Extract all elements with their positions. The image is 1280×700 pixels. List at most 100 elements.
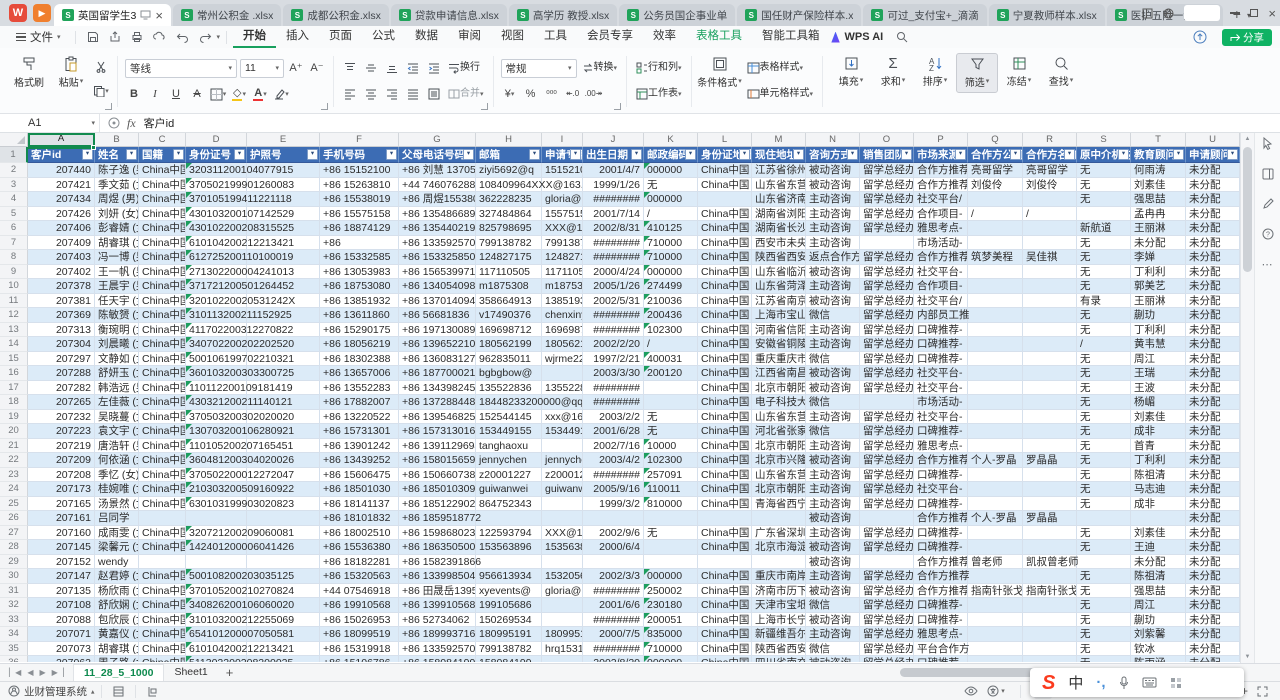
cell[interactable]: 654101200007050581 (186, 627, 247, 642)
cell[interactable]: 210303200509160922 (186, 482, 247, 497)
cell[interactable]: 留学总经办 (860, 410, 914, 425)
cell[interactable]: 主动咨询 (806, 439, 860, 454)
row-header[interactable]: 6 (0, 221, 28, 236)
cell[interactable] (1023, 540, 1077, 555)
cell[interactable]: +86 15332585 (320, 250, 399, 265)
cell[interactable]: 962835011 (476, 352, 542, 367)
cell[interactable]: 合作方推荐 (914, 584, 968, 599)
decrease-decimal-icon[interactable]: .00↠ (585, 85, 603, 103)
cell[interactable]: 000000 (644, 192, 698, 207)
cell[interactable]: 合作方推荐 (914, 178, 968, 193)
column-header-cell[interactable]: 申请专用邮箱▾ (542, 147, 583, 163)
column-header-K[interactable]: K (644, 133, 698, 147)
cell[interactable]: 主动咨询 (806, 526, 860, 541)
cell[interactable] (542, 511, 583, 526)
cell[interactable]: 湖南省长沙 (752, 221, 806, 236)
cell[interactable]: 207219 (28, 439, 95, 454)
filter-button[interactable]: ▾ (1118, 149, 1129, 160)
cell[interactable]: 410125 (644, 221, 698, 236)
cell[interactable] (247, 395, 320, 410)
cell[interactable]: 赵君婷 (女) (95, 569, 139, 584)
cursor-pointer-icon[interactable] (1262, 137, 1273, 150)
cell[interactable]: China中国 (698, 453, 752, 468)
cell[interactable]: 河南省信阳 (752, 323, 806, 338)
row-header[interactable]: 13 (0, 323, 28, 338)
cell[interactable]: 835000 (644, 627, 698, 642)
cell[interactable]: 310113200211152925 (186, 308, 247, 323)
cell[interactable] (1023, 642, 1077, 657)
percent-icon[interactable]: % (522, 85, 540, 103)
ime-punctuation-icon[interactable]: ·, (1096, 674, 1105, 691)
cell[interactable]: 无 (1077, 410, 1131, 425)
cell[interactable] (968, 439, 1023, 454)
cell[interactable]: +86 15606475 (320, 468, 399, 483)
cell[interactable]: 430103200107142529 (186, 207, 247, 222)
cell[interactable]: 丁利利 (1131, 265, 1186, 280)
column-header-cell[interactable]: 申请顾问▾ (1186, 147, 1240, 163)
cell[interactable]: +86 1396522100 (399, 337, 476, 352)
cell[interactable]: 207147 (28, 569, 95, 584)
cell[interactable]: 未分配 (1186, 294, 1240, 309)
cell[interactable] (644, 381, 698, 396)
cell[interactable]: 无 (1077, 178, 1131, 193)
font-name-select[interactable]: 等线▾ (125, 59, 237, 78)
cell[interactable]: 未分配 (1186, 511, 1240, 526)
cell[interactable]: 511302200208200025 (186, 656, 247, 662)
cell[interactable] (1023, 279, 1077, 294)
restore-button[interactable] (1250, 9, 1258, 17)
cell[interactable]: +86 1573130169 (399, 424, 476, 439)
filter-button[interactable]: ▾ (901, 149, 912, 160)
cell[interactable]: 合作项目- (914, 279, 968, 294)
cell[interactable]: 无 (1077, 642, 1131, 657)
cell[interactable]: 电子科技大 (752, 395, 806, 410)
cell[interactable] (186, 511, 247, 526)
add-sheet-button[interactable]: + (226, 665, 234, 680)
column-header-cell[interactable]: 销售团队▾ (860, 147, 914, 163)
cell[interactable] (1023, 366, 1077, 381)
cell[interactable]: 上海市长宁 (752, 613, 806, 628)
cell[interactable]: China中国 (139, 192, 186, 207)
cell[interactable]: +86 15106786 (320, 656, 399, 662)
cell[interactable]: 重庆市南岸 (752, 569, 806, 584)
cell[interactable]: 主动咨询 (806, 221, 860, 236)
cell[interactable]: 合作项目- (914, 207, 968, 222)
cell[interactable]: 微信 (806, 598, 860, 613)
cell[interactable]: +86 1339985047 (399, 569, 476, 584)
cell[interactable]: 汤景然 (女) (95, 497, 139, 512)
cell[interactable]: 未分配 (1186, 352, 1240, 367)
cell[interactable]: 留学总经办 (860, 453, 914, 468)
cell[interactable]: +86 1370140948 (399, 294, 476, 309)
next-sheet-icon[interactable]: ▶ (39, 668, 45, 677)
cell[interactable]: 207403 (28, 250, 95, 265)
cell[interactable]: 微信 (806, 642, 860, 657)
row-header[interactable]: 19 (0, 410, 28, 425)
underline-icon[interactable]: U (167, 85, 185, 103)
cell[interactable] (247, 192, 320, 207)
cell[interactable]: 610104200212213421 (186, 236, 247, 251)
cell[interactable]: 钦冰 (1131, 642, 1186, 657)
cell[interactable]: China中国 (139, 497, 186, 512)
cell[interactable] (542, 497, 583, 512)
document-tab[interactable]: S可过_支付宝+_滴滴 (863, 4, 986, 26)
cell[interactable] (247, 381, 320, 396)
cell[interactable]: 未分配 (1186, 410, 1240, 425)
cell[interactable]: 未分配 (1186, 497, 1240, 512)
cell[interactable]: 北京市朝阳 (752, 482, 806, 497)
vertical-scrollbar[interactable]: ▲ ▼ (1240, 133, 1254, 663)
more-options-icon[interactable]: ⋯ (1262, 258, 1274, 271)
cell[interactable]: 2002/7/16 (583, 439, 644, 454)
cell[interactable]: 市场活动- (914, 395, 968, 410)
cell[interactable]: 被动咨询 (806, 511, 860, 526)
cell[interactable]: China中国 (139, 598, 186, 613)
cell[interactable]: 凯叔曾老师 (1023, 555, 1077, 570)
cell[interactable]: China中国 (698, 352, 752, 367)
cell[interactable]: 口碑推荐- (914, 656, 968, 662)
cell[interactable]: 370105200210270824 (186, 584, 247, 599)
cell[interactable]: 207071 (28, 627, 95, 642)
cell[interactable] (186, 555, 247, 570)
comma-style-icon[interactable]: ⁰⁰⁰ (543, 85, 561, 103)
cell[interactable]: 山东省菏泽 (752, 279, 806, 294)
cell[interactable]: 1999/3/2 (583, 497, 644, 512)
cell[interactable] (968, 323, 1023, 338)
cell[interactable]: 无 (1077, 279, 1131, 294)
